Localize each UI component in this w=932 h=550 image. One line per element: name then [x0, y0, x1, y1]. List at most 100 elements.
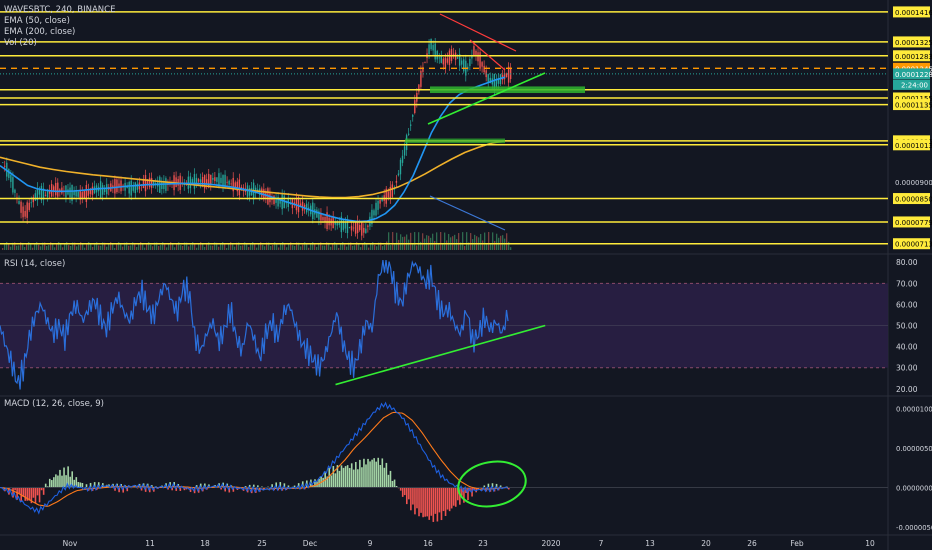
volume-bar: [100, 245, 102, 250]
rsi-axis-label: 30.00: [896, 364, 918, 373]
candle-body: [4, 165, 6, 167]
macd-hist-bar: [32, 487, 35, 498]
macd-hist-bar: [79, 482, 82, 488]
candle-body: [377, 200, 379, 210]
volume-bar: [490, 244, 492, 250]
volume-bar: [128, 245, 130, 250]
volume-bar: [48, 245, 50, 250]
candle-body: [483, 65, 485, 73]
candle-body: [469, 58, 471, 67]
macd-hist-bar: [42, 487, 45, 495]
volume-bar: [86, 243, 88, 250]
candle-body: [261, 188, 263, 197]
macd-hist-bar: [401, 487, 404, 497]
candle-body: [116, 179, 118, 193]
volume-bar: [286, 247, 288, 250]
candle-body: [177, 179, 179, 186]
volume-bar: [204, 246, 206, 250]
candle-body: [214, 177, 216, 182]
macd-hist-bar: [28, 487, 31, 501]
volume-bar: [444, 232, 446, 250]
candle-body: [450, 48, 453, 61]
macd-hist-bar: [363, 458, 365, 488]
candle-body: [144, 175, 147, 192]
volume-bar: [386, 241, 388, 250]
price-axis-label: 0.0001325: [895, 39, 932, 47]
macd-hist-bar: [444, 487, 447, 516]
price-axis-label: 0.0001283: [895, 53, 932, 61]
volume-bar: [292, 245, 294, 250]
volume-bar: [426, 235, 428, 250]
volume-bar: [448, 233, 450, 250]
volume-bar: [26, 244, 28, 250]
candle-body: [477, 52, 479, 62]
volume-bar: [382, 246, 384, 250]
volume-bar: [392, 232, 394, 250]
volume-bar: [166, 247, 168, 250]
volume-bar: [408, 239, 410, 250]
volume-bar: [8, 244, 10, 250]
volume-bar: [190, 244, 192, 250]
ema200-legend: EMA (200, close): [4, 27, 76, 37]
volume-bar: [174, 247, 176, 250]
volume-bar: [224, 243, 226, 250]
volume-bar: [324, 245, 326, 250]
volume-bar: [46, 246, 48, 250]
candle-body: [197, 179, 200, 182]
macd-hist-bar: [36, 487, 39, 496]
candle-body: [161, 181, 163, 189]
volume-bar: [418, 232, 420, 250]
volume-bar: [330, 246, 332, 250]
red-down-trendline-2: [469, 39, 506, 71]
volume-bar: [60, 244, 62, 250]
chart-legend: WAVESBTC, 240, BINANCE EMA (50, close) E…: [4, 5, 115, 49]
candle-body: [216, 177, 218, 182]
volume-bar: [400, 234, 402, 250]
rsi-axis-label: 20.00: [896, 385, 918, 394]
volume-bar: [488, 232, 490, 250]
macd-hist-bar: [61, 475, 63, 488]
macd-hist-bar: [405, 487, 408, 505]
volume-bar: [232, 244, 234, 250]
chart-canvas[interactable]: 0.00014160.00013250.00012830.00012450.00…: [0, 0, 932, 550]
macd-hist-bar: [452, 487, 455, 506]
macd-hist-bar: [450, 487, 453, 509]
volume-bar: [308, 247, 310, 250]
macd-axis-label: 0.0000100: [896, 405, 932, 413]
candle-body: [269, 193, 271, 203]
candle-body: [428, 44, 430, 55]
candle-body: [367, 225, 369, 227]
macd-axis-label: 0.0000000: [896, 484, 932, 492]
ema50-legend: EMA (50, close): [4, 16, 70, 26]
macd-hist-bar: [342, 467, 345, 488]
candle-body: [128, 181, 130, 194]
time-axis-label: 2020: [541, 539, 560, 548]
candle-body: [473, 46, 475, 57]
macd-hist-bar: [414, 487, 416, 515]
volume-bar: [310, 243, 312, 250]
macd-histogram: [0, 457, 510, 522]
volume-bar: [344, 244, 346, 250]
candle-body: [85, 185, 88, 202]
macd-hist-bar: [438, 487, 441, 513]
macd-hist-bar: [375, 461, 377, 488]
volume-bar: [226, 247, 228, 250]
candle-body: [230, 183, 232, 185]
volume-bar: [390, 245, 392, 250]
candle-body: [322, 217, 324, 221]
macd-hist-bar: [373, 458, 375, 488]
macd-hist-bar: [422, 487, 424, 518]
candle-body: [301, 201, 304, 211]
macd-hist-bar: [322, 477, 324, 488]
candle-body: [438, 57, 440, 59]
candle-body: [220, 177, 222, 184]
volume-bar: [4, 243, 6, 250]
candle-body: [338, 222, 340, 226]
volume-bar: [116, 243, 118, 250]
candle-body: [440, 56, 442, 63]
volume-bar: [250, 244, 252, 250]
volume-bar: [256, 247, 258, 250]
candle-body: [479, 52, 481, 69]
macd-hist-bar: [352, 469, 355, 488]
candle-body: [114, 179, 116, 194]
